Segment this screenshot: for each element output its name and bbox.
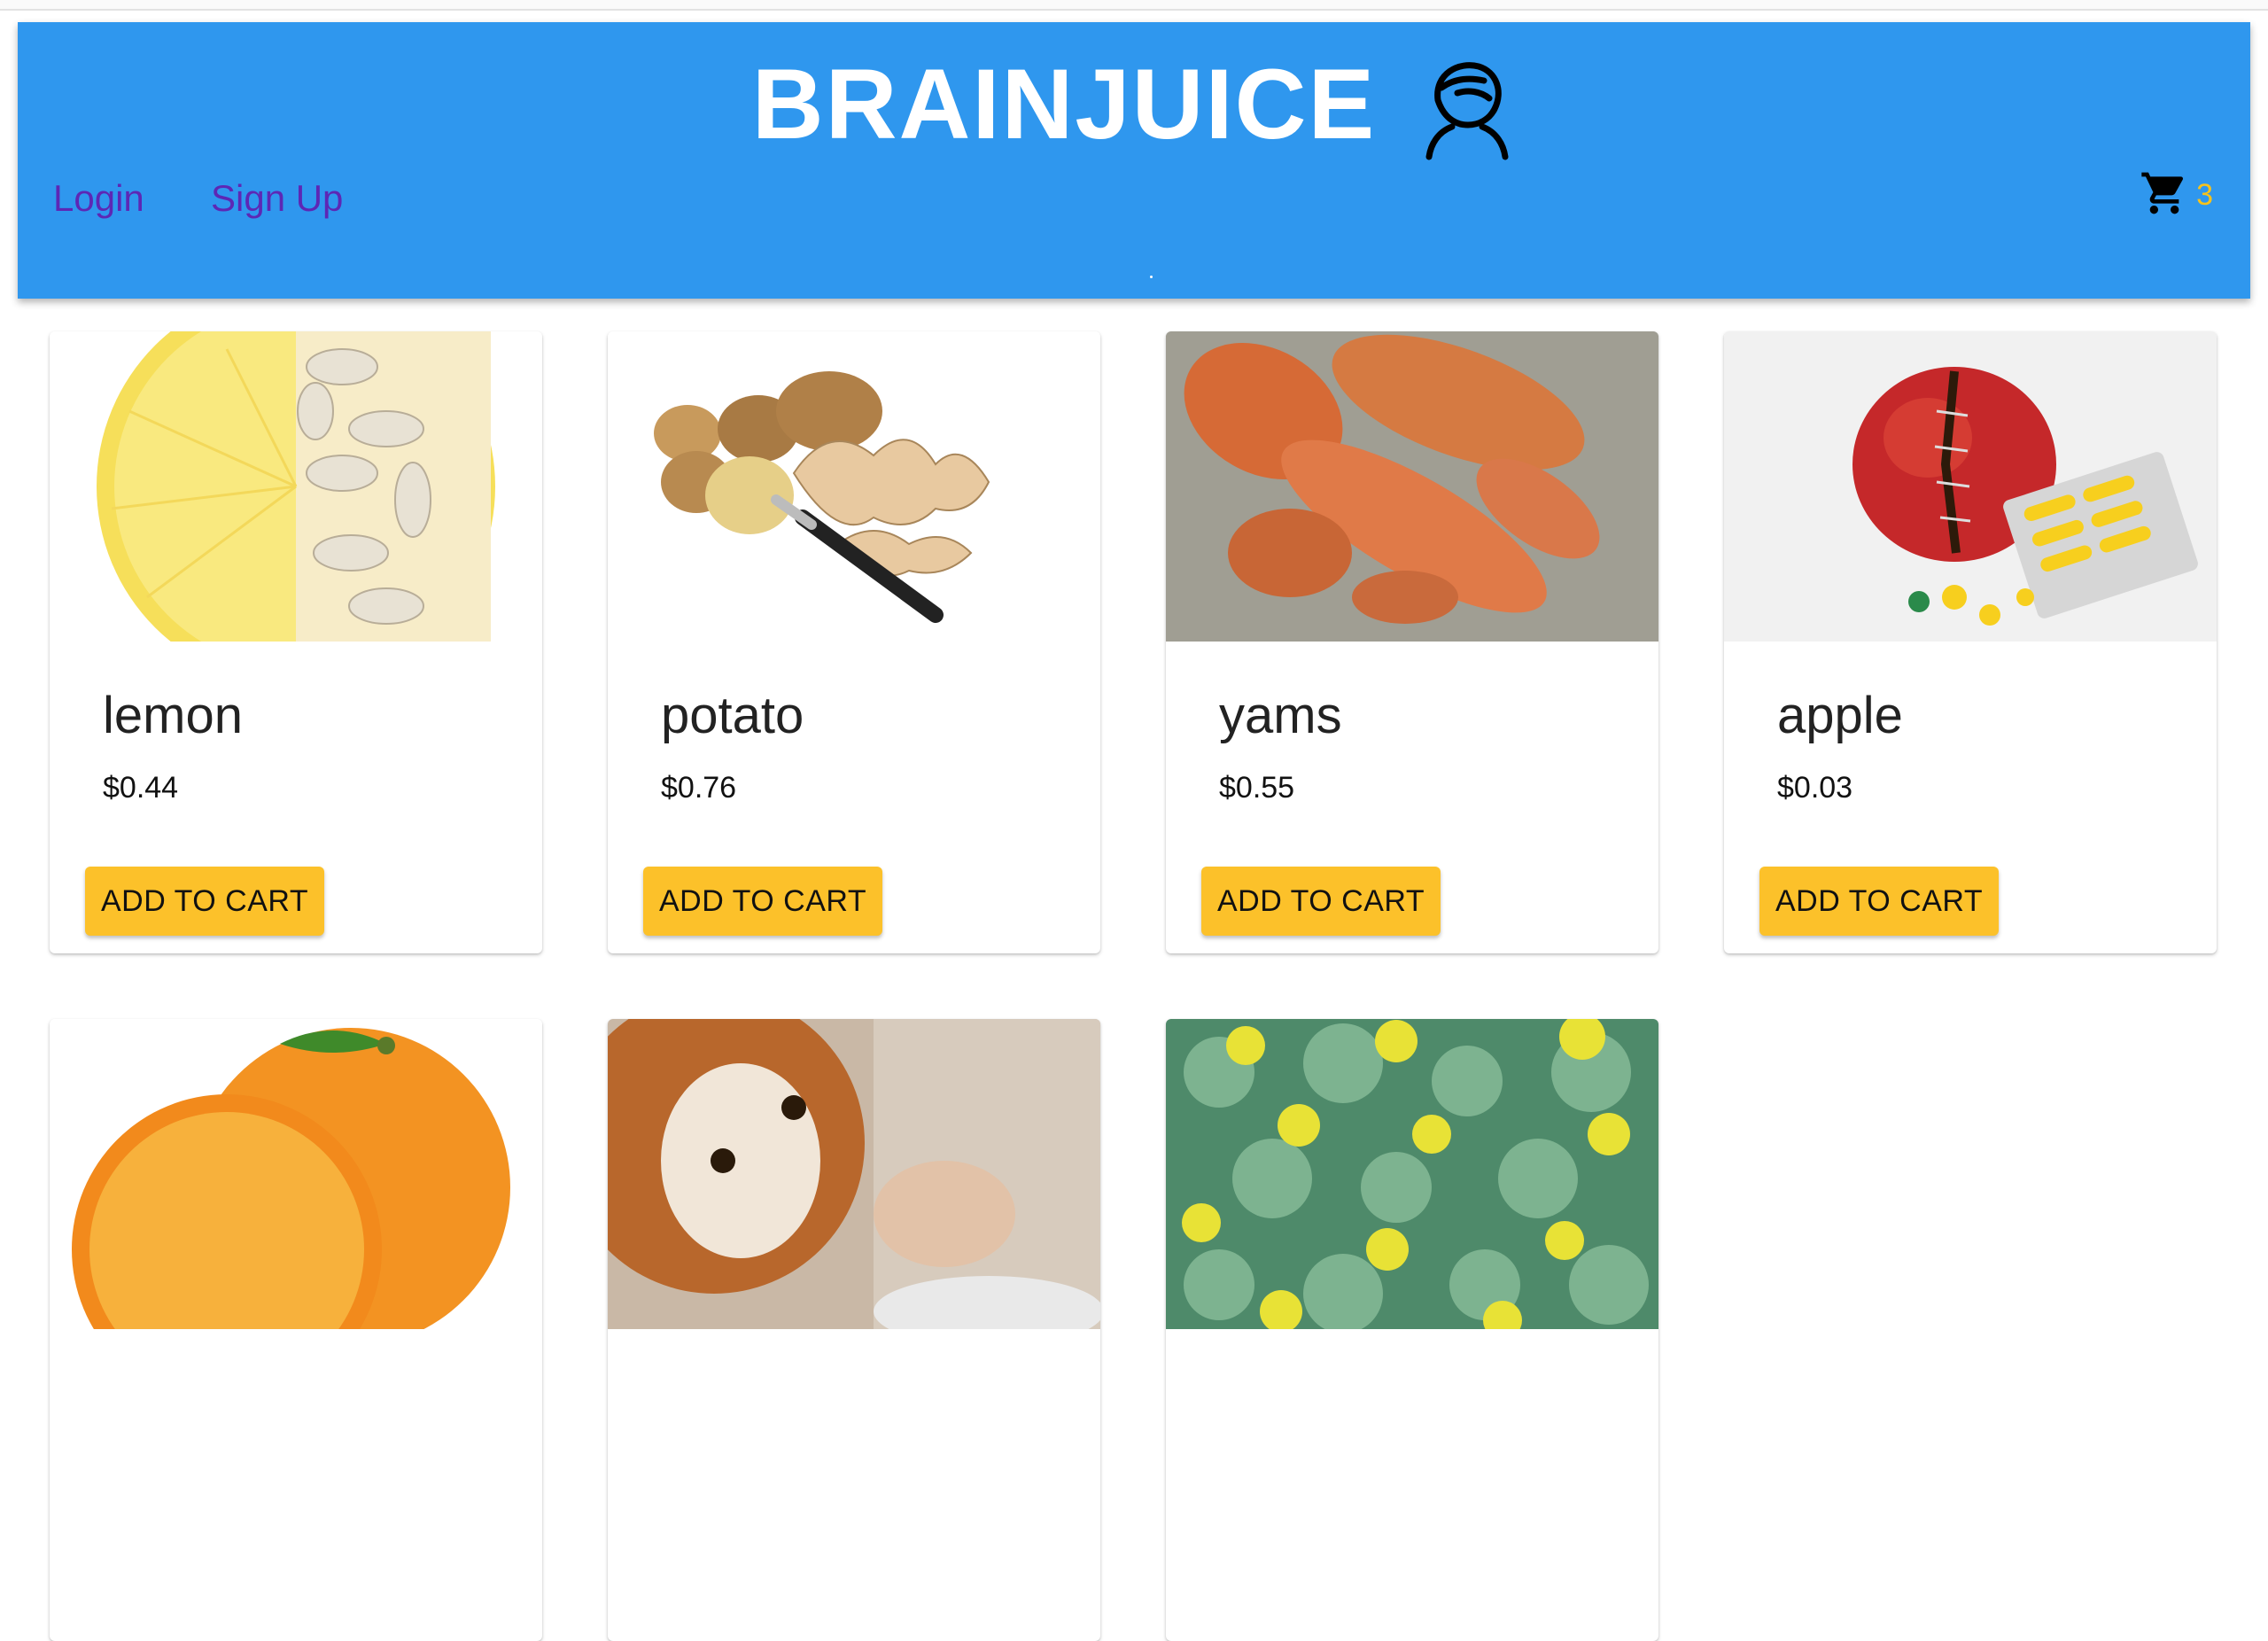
product-image-flowers <box>1166 1019 1658 1329</box>
product-image-lemon <box>50 331 542 642</box>
product-image-dog <box>608 1019 1100 1329</box>
product-price: $0.03 <box>1777 771 1853 805</box>
product-card-dog <box>608 1019 1100 1641</box>
product-card-orange <box>50 1019 542 1641</box>
brand: BRAINJUICE <box>18 38 2250 171</box>
product-image-orange <box>50 1019 542 1329</box>
product-image-potato <box>608 331 1100 642</box>
brand-title: BRAINJUICE <box>751 49 1377 159</box>
cart-button[interactable]: 3 <box>2140 168 2213 218</box>
product-price: $0.76 <box>661 771 737 805</box>
product-card-apple: apple $0.03 ADD TO CART <box>1724 331 2217 953</box>
add-to-cart-button[interactable]: ADD TO CART <box>643 867 883 936</box>
product-image-yams <box>1166 331 1658 642</box>
appbar-dot <box>1150 276 1153 278</box>
add-to-cart-button[interactable]: ADD TO CART <box>1201 867 1441 936</box>
product-card-lemon: lemon $0.44 ADD TO CART <box>50 331 542 953</box>
cart-count-badge: 3 <box>2196 177 2213 212</box>
add-to-cart-button[interactable]: ADD TO CART <box>1759 867 2000 936</box>
browser-top-edge <box>0 0 2268 11</box>
product-price: $0.55 <box>1219 771 1295 805</box>
signup-link[interactable]: Sign Up <box>211 177 343 220</box>
product-name: lemon <box>103 687 243 744</box>
product-name: apple <box>1777 687 1903 744</box>
head-silhouette-icon <box>1425 62 1509 160</box>
product-name: potato <box>661 687 804 744</box>
login-link[interactable]: Login <box>53 177 144 220</box>
product-image-apple <box>1724 331 2217 642</box>
product-name: yams <box>1219 687 1342 744</box>
product-card-yams: yams $0.55 ADD TO CART <box>1166 331 1658 953</box>
product-card-potato: potato $0.76 ADD TO CART <box>608 331 1100 953</box>
product-price: $0.44 <box>103 771 179 805</box>
product-grid: lemon $0.44 ADD TO CART potato $0.76 ADD… <box>50 331 2218 1641</box>
add-to-cart-button[interactable]: ADD TO CART <box>85 867 325 936</box>
app-header: BRAINJUICE Login Sign Up 3 <box>18 22 2250 299</box>
product-card-flowers <box>1166 1019 1658 1641</box>
shopping-cart-icon <box>2141 172 2184 214</box>
